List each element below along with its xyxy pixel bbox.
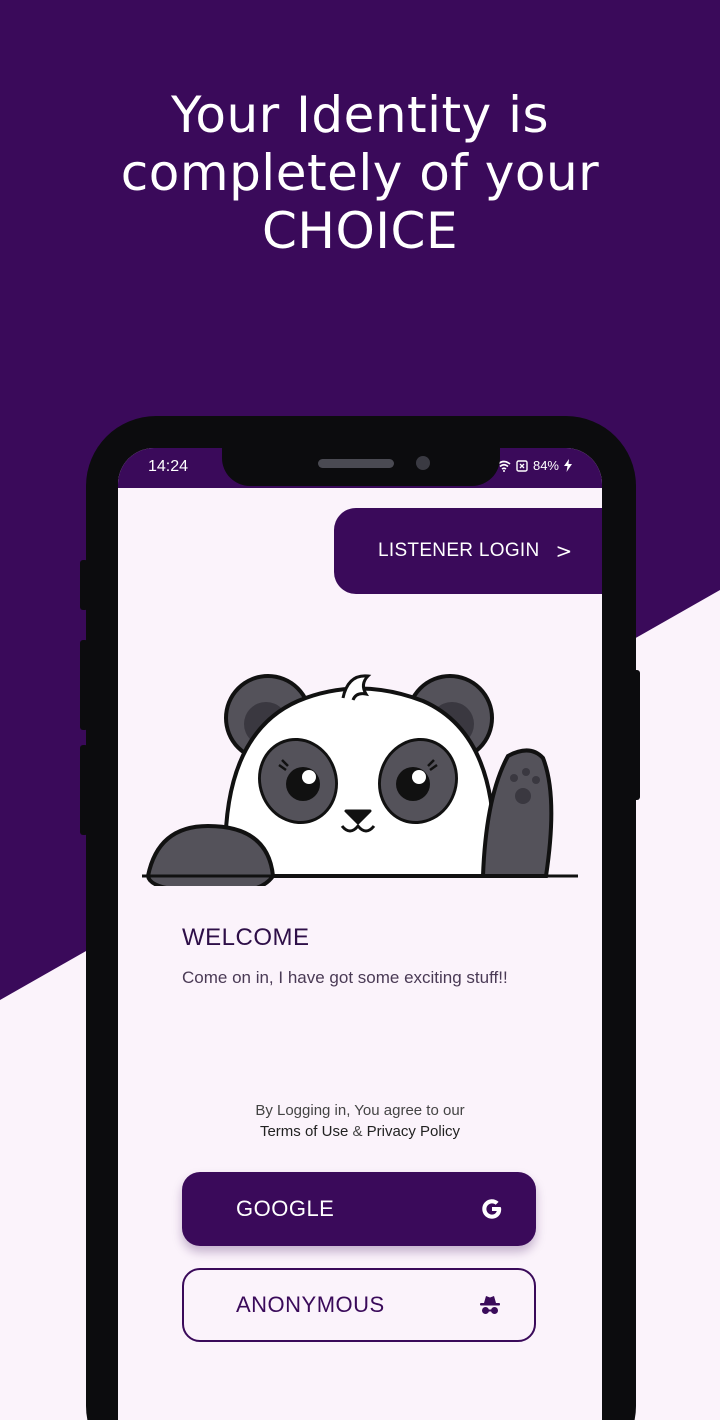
incognito-icon <box>478 1293 502 1317</box>
page-headline: Your Identity is completely of your CHOI… <box>120 86 600 260</box>
welcome-title: WELCOME <box>182 924 310 951</box>
anonymous-login-button[interactable]: ANONYMOUS <box>182 1268 536 1342</box>
listener-login-button[interactable]: LISTENER LOGIN > <box>334 508 602 594</box>
welcome-subtitle: Come on in, I have got some exciting stu… <box>182 968 508 987</box>
listener-login-label: LISTENER LOGIN <box>378 540 540 561</box>
front-camera <box>416 456 430 470</box>
terms-of-use-link[interactable]: Terms of Use <box>260 1123 348 1140</box>
anonymous-login-label: ANONYMOUS <box>236 1292 385 1317</box>
chevron-right-icon: > <box>555 539 573 563</box>
login-agreement: By Logging in, You agree to our Terms of… <box>118 1100 602 1142</box>
google-icon <box>480 1197 504 1221</box>
status-icons: 84% <box>497 458 572 473</box>
google-login-label: GOOGLE <box>236 1196 335 1221</box>
sim-icon <box>516 459 528 472</box>
phone-notch <box>222 448 500 486</box>
agreement-prefix: By Logging in, You agree to our <box>255 1102 465 1119</box>
notch-speaker <box>318 459 394 468</box>
agreement-joiner: & <box>352 1123 363 1140</box>
battery-level: 84% <box>532 458 559 473</box>
phone-screen: 14:24 84% LISTENER LOGIN > WELCOME Come … <box>118 448 602 1420</box>
status-time: 14:24 <box>148 458 189 475</box>
google-login-button[interactable]: GOOGLE <box>182 1172 536 1246</box>
privacy-policy-link[interactable]: Privacy Policy <box>367 1123 460 1140</box>
panda-illustration <box>142 674 578 886</box>
charging-icon <box>564 459 572 472</box>
